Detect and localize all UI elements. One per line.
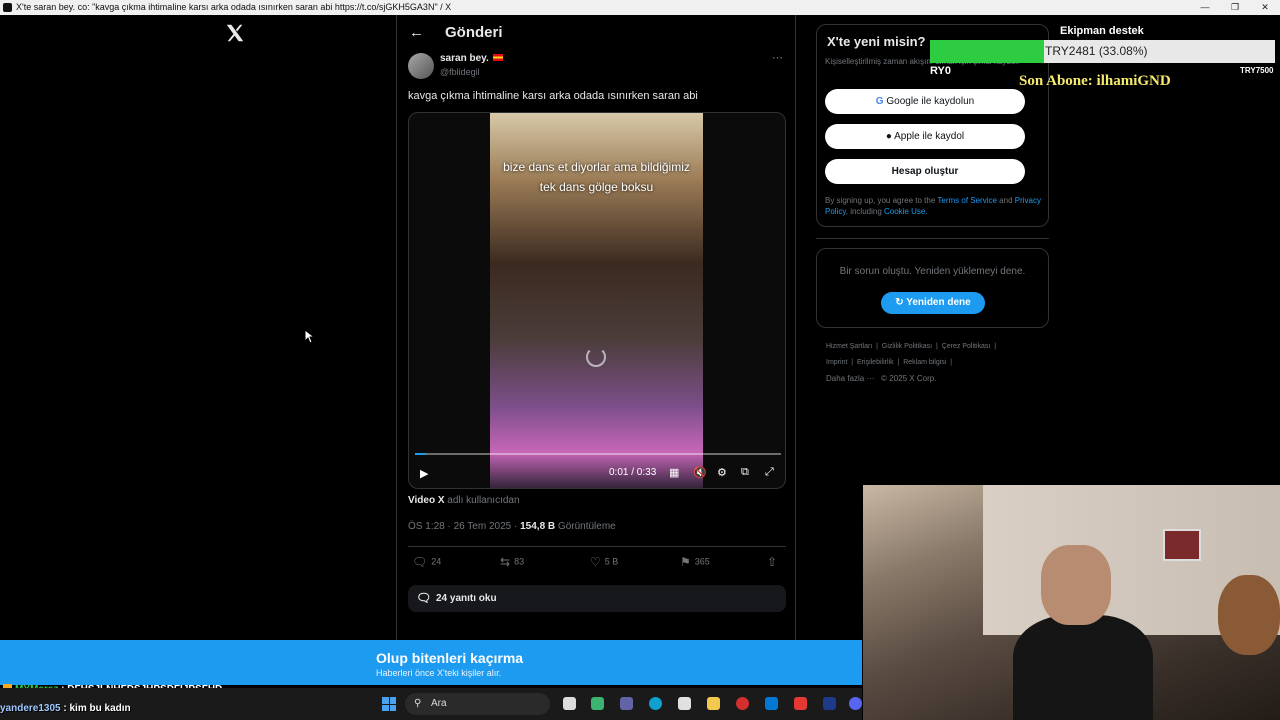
bookmark-button[interactable]: ⚑ 365 bbox=[680, 555, 710, 569]
edge-icon[interactable] bbox=[649, 697, 662, 710]
refresh-icon: ↻ bbox=[895, 297, 907, 308]
close-window-button[interactable]: ✕ bbox=[1250, 0, 1280, 15]
footer-link-accessibility[interactable]: Erişilebilirlik bbox=[857, 359, 894, 366]
google-signup-button[interactable]: G Google ile kaydolun bbox=[825, 89, 1025, 114]
share-icon: ⇧ bbox=[767, 555, 778, 569]
footer-row3: Daha fazla ··· © 2025 X Corp. bbox=[826, 374, 936, 383]
discord-icon[interactable] bbox=[849, 697, 862, 710]
video-frame[interactable]: bize dans et diyorlar ama bildiğimiz tek… bbox=[490, 113, 703, 488]
bookmark-icon: ⚑ bbox=[680, 555, 691, 569]
play-icon[interactable]: ▶ bbox=[420, 467, 428, 480]
taskview-icon[interactable] bbox=[563, 697, 576, 710]
explorer-icon[interactable] bbox=[707, 697, 720, 710]
divider bbox=[408, 546, 786, 547]
footer-more[interactable]: Daha fazla ··· bbox=[826, 374, 874, 383]
fullscreen-icon[interactable]: ⤢ bbox=[765, 466, 774, 479]
page-title: Gönderi bbox=[445, 24, 503, 41]
streamer-body bbox=[1013, 615, 1153, 720]
share-button[interactable]: ⇧ bbox=[767, 555, 781, 569]
post-column: ← Gönderi saran bey. @fblidegil ⋯ kavga … bbox=[396, 15, 796, 640]
goal-min: RY0 bbox=[930, 65, 951, 77]
windows-start-icon[interactable] bbox=[382, 697, 396, 711]
repost-button[interactable]: ⇆ 83 bbox=[500, 555, 524, 569]
flag-icon bbox=[492, 54, 503, 61]
retry-button[interactable]: ↻ Yeniden dene bbox=[881, 292, 985, 314]
error-message: Bir sorun oluştu. Yeniden yüklemeyi dene… bbox=[839, 266, 1026, 277]
window-titlebar: X'te saran bey. co: "kavga çıkma ihtimal… bbox=[0, 0, 1280, 15]
video-player[interactable]: bize dans et diyorlar ama bildiğimiz tek… bbox=[408, 112, 786, 489]
chat-message: yandere1305 : kim bu kadın bbox=[0, 703, 131, 714]
footer-links-row2: Imprint | Erişilebilirlik | Reklam bilgi… bbox=[826, 359, 953, 366]
footer-link-privacy[interactable]: Gizlilik Politikası bbox=[882, 343, 932, 350]
signup-banner[interactable]: Olup bitenleri kaçırma Haberleri önce X'… bbox=[0, 640, 862, 685]
pip-icon[interactable]: ⧉ bbox=[741, 466, 749, 479]
loading-spinner-icon bbox=[586, 347, 606, 367]
banner-title: Olup bitenleri kaçırma bbox=[376, 650, 524, 666]
cookie-link[interactable]: Cookie Use. bbox=[884, 207, 928, 216]
donation-goal-text: TRY2481 (33.08%) bbox=[1045, 44, 1148, 58]
settings-gear-icon[interactable]: ⚙ bbox=[717, 466, 727, 479]
google-icon: G bbox=[875, 96, 887, 107]
donation-goal-label: Ekipman destek bbox=[1060, 25, 1144, 37]
author-name[interactable]: saran bey. bbox=[440, 53, 503, 64]
post-header: ← Gönderi bbox=[397, 15, 797, 51]
error-card: Bir sorun oluştu. Yeniden yüklemeyi dene… bbox=[816, 248, 1049, 328]
last-subscriber: Son Abone: ilhamiGND bbox=[1019, 73, 1171, 89]
wall-picture bbox=[1163, 529, 1201, 561]
teams-icon[interactable] bbox=[620, 697, 633, 710]
heart-icon: ♡ bbox=[590, 555, 601, 569]
avatar[interactable] bbox=[408, 53, 434, 79]
terms-link[interactable]: Terms of Service bbox=[937, 196, 997, 205]
window-title: X'te saran bey. co: "kavga çıkma ihtimal… bbox=[16, 2, 452, 12]
captions-icon[interactable]: ▦ bbox=[669, 466, 679, 479]
x-logo-icon[interactable] bbox=[224, 22, 246, 44]
opera-icon[interactable] bbox=[736, 697, 749, 710]
search-icon: ⚲ bbox=[414, 698, 422, 709]
app-l-icon[interactable] bbox=[823, 697, 836, 710]
maximize-button[interactable]: ❐ bbox=[1220, 0, 1250, 15]
reply-icon: 🗨 bbox=[412, 555, 428, 569]
footer-link-terms[interactable]: Hizmet Şartları bbox=[826, 343, 872, 350]
video-time: 0:01 / 0:33 bbox=[609, 467, 657, 478]
mute-icon[interactable]: 🔇 bbox=[693, 466, 707, 479]
signup-title: X'te yeni misin? bbox=[827, 34, 926, 49]
video-caption: bize dans et diyorlar ama bildiğimiz tek… bbox=[503, 160, 690, 194]
footer-links-row1: Hizmet Şartları | Gizlilik Politikası | … bbox=[826, 343, 997, 350]
footer-link-imprint[interactable]: Imprint bbox=[826, 359, 847, 366]
signup-terms: By signing up, you agree to the Terms of… bbox=[825, 196, 1041, 216]
like-button[interactable]: ♡ 5 B bbox=[590, 555, 618, 569]
post-text: kavga çıkma ihtimaline karsı arka odada … bbox=[408, 90, 698, 102]
streamer-head bbox=[1041, 545, 1111, 625]
divider bbox=[816, 238, 1049, 239]
mouse-cursor-icon bbox=[304, 329, 314, 344]
post-meta: ÖS 1:28 · 26 Tem 2025 · 154,8 B Görüntül… bbox=[408, 521, 616, 532]
copyright: © 2025 X Corp. bbox=[881, 374, 937, 383]
comment-icon: 🗨 bbox=[416, 591, 432, 605]
app-icon[interactable] bbox=[794, 697, 807, 710]
author-handle[interactable]: @fblidegil bbox=[440, 67, 480, 77]
webcam-feed bbox=[863, 485, 1280, 720]
back-arrow-icon[interactable]: ← bbox=[409, 24, 424, 41]
teddy-bear bbox=[1218, 575, 1280, 655]
read-replies-button[interactable]: 🗨 24 yanıtı oku bbox=[408, 585, 786, 612]
apple-signup-button[interactable]: ● Apple ile kaydol bbox=[825, 124, 1025, 149]
outlook-icon[interactable] bbox=[765, 697, 778, 710]
taskbar-search[interactable]: ⚲ Ara bbox=[405, 693, 550, 715]
repost-icon: ⇆ bbox=[500, 555, 511, 569]
apple-icon: ● bbox=[885, 131, 895, 142]
video-progress-bar[interactable] bbox=[415, 453, 781, 455]
video-source[interactable]: Video X adlı kullanıcıdan bbox=[408, 495, 520, 506]
store-icon[interactable] bbox=[678, 697, 691, 710]
copilot-icon[interactable] bbox=[591, 697, 604, 710]
footer-link-cookie[interactable]: Çerez Politikası bbox=[942, 343, 991, 350]
create-account-button[interactable]: Hesap oluştur bbox=[825, 159, 1025, 184]
more-options-icon[interactable]: ⋯ bbox=[772, 51, 783, 64]
banner-subtitle: Haberleri önce X'teki kişiler alır. bbox=[376, 668, 502, 678]
reply-button[interactable]: 🗨 24 bbox=[412, 555, 441, 569]
goal-max: TRY7500 bbox=[1240, 66, 1274, 75]
footer-link-ads[interactable]: Reklam bilgisi bbox=[903, 359, 946, 366]
minimize-button[interactable]: — bbox=[1190, 0, 1220, 15]
x-favicon-icon bbox=[3, 3, 12, 12]
